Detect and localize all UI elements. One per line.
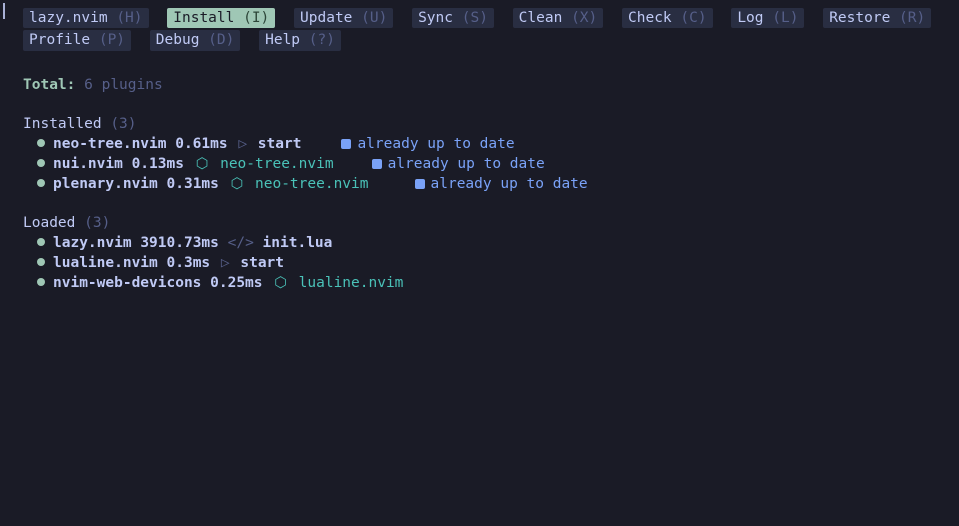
package-icon: ⬡ [274,275,287,291]
tab-key: (X) [571,10,597,26]
play-icon: ▷ [238,136,247,152]
tab-profile[interactable]: Profile (P) [23,30,131,50]
plugin-row[interactable]: plenary.nvim 0.31ms ⬡ neo-tree.nvim alrea… [23,174,956,194]
package-icon: ⬡ [231,176,244,192]
plugin-reason: start [232,255,284,271]
code-icon: </> [228,235,254,251]
tab-update[interactable]: Update (U) [294,8,393,28]
plugin-time: 3910.73ms [140,235,227,251]
plugin-reason: init.lua [254,235,333,251]
plugin-time: 0.61ms [175,136,236,152]
section-installed: Installed (3) [23,114,956,134]
tab-key: (R) [899,10,925,26]
tab-label: Restore [829,10,899,26]
tab-key: (C) [680,10,706,26]
tab-key: (H) [116,10,142,26]
section-loaded: Loaded (3) [23,213,956,233]
cursor-indicator [3,3,5,19]
plugin-name: lualine.nvim [53,255,167,271]
section-heading-installed: Installed [23,116,102,132]
tab-label: Debug [156,32,208,48]
tab-key: (D) [208,32,234,48]
plugin-name: plenary.nvim [53,176,167,192]
plugin-row[interactable]: lazy.nvim 3910.73ms </> init.lua [23,233,956,253]
section-heading-loaded: Loaded [23,215,75,231]
tab-clean[interactable]: Clean (X) [513,8,604,28]
tab-label: Help [265,32,309,48]
section-count-loaded: (3) [84,215,110,231]
status-icon [415,179,425,189]
plugin-row[interactable]: lualine.nvim 0.3ms ▷ start [23,253,956,273]
plugin-row[interactable]: neo-tree.nvim 0.61ms ▷ start already up t… [23,134,956,154]
section-count-installed: (3) [110,116,136,132]
tab-help[interactable]: Help (?) [259,30,341,50]
plugin-time: 0.25ms [210,275,271,291]
tab-lazynvim[interactable]: lazy.nvim (H) [23,8,149,28]
tab-label: Log [737,10,772,26]
tab-key: (I) [243,10,269,26]
total-value: 6 plugins [84,77,163,93]
tab-label: Update [300,10,361,26]
bullet-icon [37,258,45,266]
plugin-status: already up to date [357,136,514,152]
bullet-icon [37,278,45,286]
plugin-row[interactable]: nui.nvim 0.13ms ⬡ neo-tree.nvim already u… [23,154,956,174]
bullet-icon [37,159,45,167]
play-icon: ▷ [221,255,230,271]
tab-label: Sync [418,10,462,26]
plugin-status: already up to date [388,156,545,172]
tab-sync[interactable]: Sync (S) [412,8,494,28]
plugin-name: nvim-web-devicons [53,275,210,291]
total-label: Total: [23,77,75,93]
tab-label: Profile [29,32,99,48]
tab-log[interactable]: Log (L) [731,8,804,28]
tab-key: (P) [99,32,125,48]
status-icon [372,159,382,169]
plugin-reason: neo-tree.nvim [211,156,333,172]
plugin-reason: lualine.nvim [290,275,404,291]
plugin-name: neo-tree.nvim [53,136,175,152]
tab-restore[interactable]: Restore (R) [823,8,931,28]
plugin-time: 0.31ms [167,176,228,192]
bullet-icon [37,139,45,147]
tab-install[interactable]: Install (I) [167,8,275,28]
tab-label: Check [628,10,680,26]
plugin-row[interactable]: nvim-web-devicons 0.25ms ⬡ lualine.nvim [23,273,956,293]
tab-key: (L) [772,10,798,26]
tab-debug[interactable]: Debug (D) [150,30,241,50]
plugin-reason: start [249,136,301,152]
tab-bar: lazy.nvim (H) Install (I) Update (U) Syn… [23,8,956,53]
bullet-icon [37,238,45,246]
plugin-name: lazy.nvim [53,235,140,251]
plugin-status: already up to date [431,176,588,192]
tab-label: Clean [519,10,571,26]
package-icon: ⬡ [196,156,209,172]
plugin-name: nui.nvim [53,156,132,172]
tab-key: (U) [361,10,387,26]
plugin-time: 0.3ms [167,255,219,271]
tab-key: (?) [309,32,335,48]
tab-key: (S) [462,10,488,26]
total-line: Total: 6 plugins [23,75,956,95]
tab-label: Install [173,10,243,26]
bullet-icon [37,179,45,187]
tab-check[interactable]: Check (C) [622,8,713,28]
plugin-time: 0.13ms [132,156,193,172]
plugin-reason: neo-tree.nvim [246,176,368,192]
tab-label: lazy.nvim [29,10,116,26]
status-icon [341,139,351,149]
